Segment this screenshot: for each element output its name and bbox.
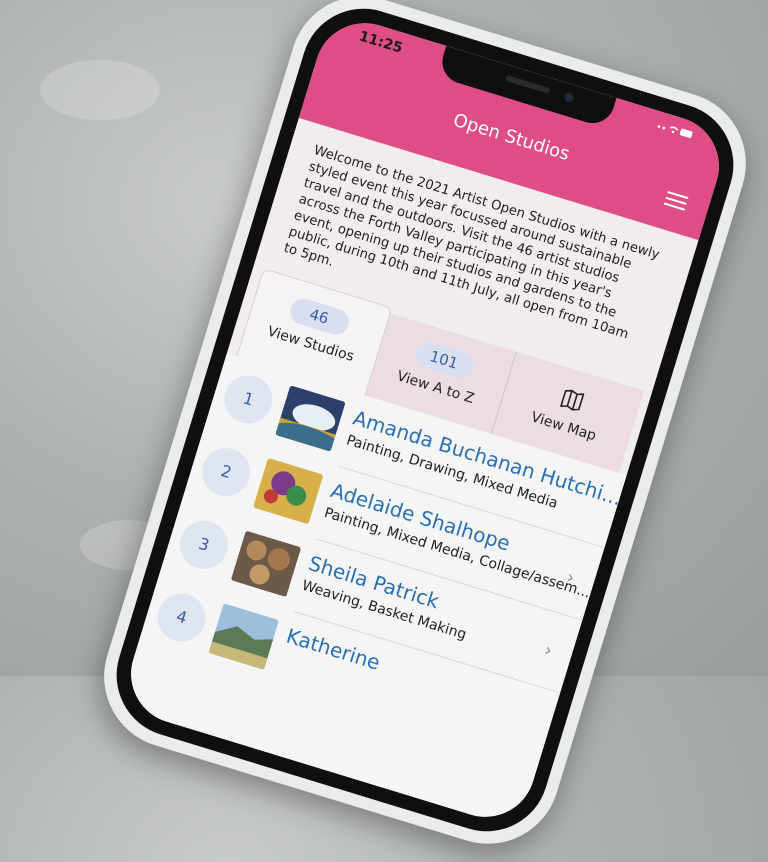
status-time: 11:25	[357, 28, 405, 57]
background-texture	[40, 60, 160, 120]
front-camera	[563, 91, 575, 104]
artwork-thumbnail	[275, 385, 346, 452]
map-icon	[559, 389, 584, 411]
artwork-thumbnail	[208, 603, 280, 670]
app-screen: 11:25 Open Studios Welcome to the 2021 A…	[118, 10, 732, 830]
chevron-right-icon: ›	[541, 639, 555, 662]
studio-number: 4	[151, 587, 212, 648]
phone: 11:25 Open Studios Welcome to the 2021 A…	[86, 0, 764, 862]
artwork-thumbnail	[230, 530, 302, 598]
wifi-battery-icon	[654, 118, 697, 144]
studio-number: 3	[173, 514, 234, 575]
speaker	[504, 74, 551, 94]
artwork-thumbnail	[252, 457, 324, 525]
studio-number: 1	[218, 369, 279, 430]
studio-number: 2	[196, 442, 257, 503]
